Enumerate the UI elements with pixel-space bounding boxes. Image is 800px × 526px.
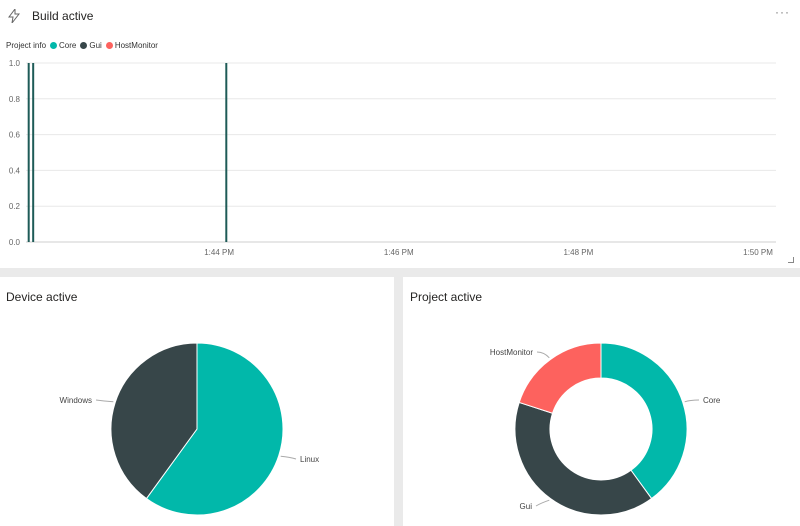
leader-line [536, 351, 550, 359]
x-tick-label: 1:48 PM [563, 248, 593, 257]
resize-handle[interactable] [788, 257, 794, 263]
y-tick-label: 0.4 [9, 166, 21, 175]
bar[interactable] [32, 63, 35, 242]
slice-label-hostmonitor: HostMonitor [490, 348, 533, 357]
slice-label-core: Core [703, 396, 721, 405]
build-active-tile[interactable]: Build active ··· Project info Core Gui H… [0, 0, 800, 268]
build-active-chart: 0.0 0.2 0.4 0.6 0.8 1.0 1:44 PM 1:46 PM 1:48 PM 1… [9, 59, 776, 257]
slice-label-linux: Linux [300, 455, 319, 464]
y-tick-label: 0.6 [9, 131, 21, 140]
bar[interactable] [27, 63, 30, 242]
x-tick-label: 1:44 PM [204, 248, 234, 257]
leader-line [280, 455, 297, 460]
y-tick-label: 0.8 [9, 95, 21, 104]
slice-label-windows: Windows [60, 396, 92, 405]
slice-label-gui: Gui [520, 502, 533, 511]
bar[interactable] [225, 63, 228, 242]
project-active-donut-chart: Core Gui HostMonitor [490, 342, 721, 516]
slice-core[interactable] [600, 342, 688, 500]
leader-line [535, 499, 550, 507]
project-active-tile[interactable]: Project active Core Gui HostMonitor [403, 277, 800, 526]
leader-line [95, 399, 114, 403]
y-tick-label: 1.0 [9, 59, 21, 68]
slice-gui[interactable] [514, 401, 653, 516]
device-active-pie-chart: Linux Windows [60, 342, 319, 516]
leader-line [684, 399, 700, 403]
x-tick-label: 1:50 PM [743, 248, 773, 257]
y-tick-label: 0.2 [9, 202, 21, 211]
x-tick-label: 1:46 PM [384, 248, 414, 257]
device-active-tile[interactable]: Device active Linux Windows [0, 277, 394, 526]
y-tick-label: 0.0 [9, 238, 21, 247]
